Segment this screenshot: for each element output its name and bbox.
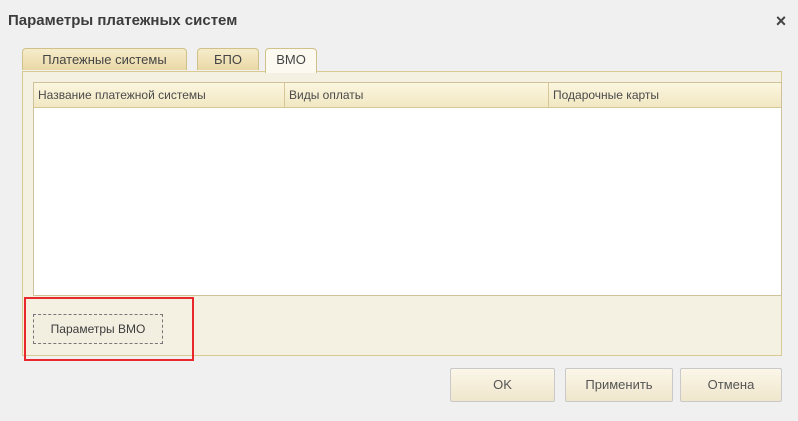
- table-header: Название платежной системы Виды оплаты П…: [34, 83, 781, 108]
- ok-button[interactable]: OK: [450, 368, 555, 402]
- column-header-payment-types[interactable]: Виды оплаты: [285, 83, 549, 107]
- dialog-title: Параметры платежных систем: [8, 12, 238, 29]
- payment-systems-dialog: Параметры платежных систем × Платежные с…: [0, 0, 798, 421]
- title-bar: Параметры платежных систем ×: [0, 0, 798, 44]
- payment-systems-table[interactable]: Название платежной системы Виды оплаты П…: [33, 82, 782, 296]
- cancel-button[interactable]: Отмена: [680, 368, 782, 402]
- tab-payment-systems[interactable]: Платежные системы: [22, 48, 187, 70]
- apply-button[interactable]: Применить: [565, 368, 673, 402]
- column-header-gift-cards[interactable]: Подарочные карты: [549, 83, 781, 107]
- tab-vmo[interactable]: ВМО: [265, 48, 317, 73]
- highlight-box: [24, 297, 194, 361]
- tab-bpo[interactable]: БПО: [197, 48, 259, 70]
- close-icon[interactable]: ×: [770, 10, 792, 32]
- column-header-name[interactable]: Название платежной системы: [34, 83, 285, 107]
